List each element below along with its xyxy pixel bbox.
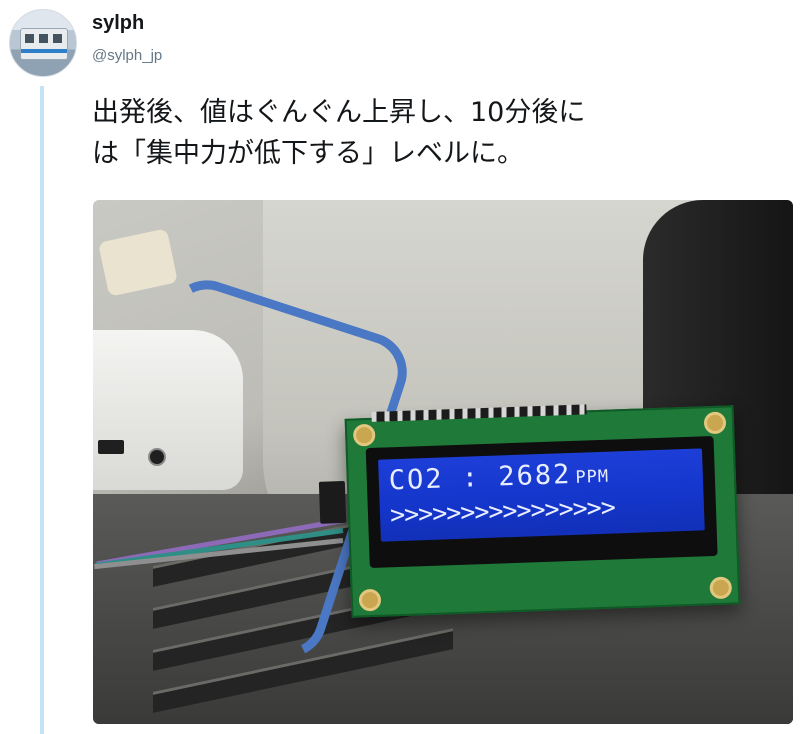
lcd-module: CO2 : 2682 PPM >>>>>>>>>>>>>>>> xyxy=(318,404,741,618)
thread-connector-line xyxy=(40,86,44,734)
co2-unit: PPM xyxy=(575,466,610,488)
lcd-screen: CO2 : 2682 PPM >>>>>>>>>>>>>>>> xyxy=(378,448,705,542)
tweet-text: 出発後、値はぐんぐん上昇し、10分後に は「集中力が低下する」レベルに。 xyxy=(92,92,792,174)
mount-hole-icon xyxy=(352,423,376,447)
tweet-text-line-1: 出発後、値はぐんぐん上昇し、10分後に xyxy=(92,97,586,128)
arduino-board xyxy=(98,228,178,297)
display-name[interactable]: sylph xyxy=(92,12,144,35)
mount-hole-icon xyxy=(358,588,382,612)
train-avatar-icon xyxy=(20,28,68,60)
mount-hole-icon xyxy=(703,411,727,435)
avatar[interactable] xyxy=(9,9,77,77)
power-bank-usb-port-icon xyxy=(98,440,124,454)
co2-reading: CO2 : 2682 xyxy=(388,458,572,497)
screen-name[interactable]: @sylph_jp xyxy=(92,47,162,64)
power-bank-port-icon xyxy=(148,448,166,466)
power-bank xyxy=(93,330,243,490)
tweet-photo[interactable]: CO2 : 2682 PPM >>>>>>>>>>>>>>>> xyxy=(93,200,793,724)
tweet-text-line-2: は「集中力が低下する」レベルに。 xyxy=(92,138,524,169)
lcd-frame: CO2 : 2682 PPM >>>>>>>>>>>>>>>> xyxy=(365,435,718,569)
mount-hole-icon xyxy=(709,576,733,600)
i2c-connector xyxy=(318,480,347,524)
